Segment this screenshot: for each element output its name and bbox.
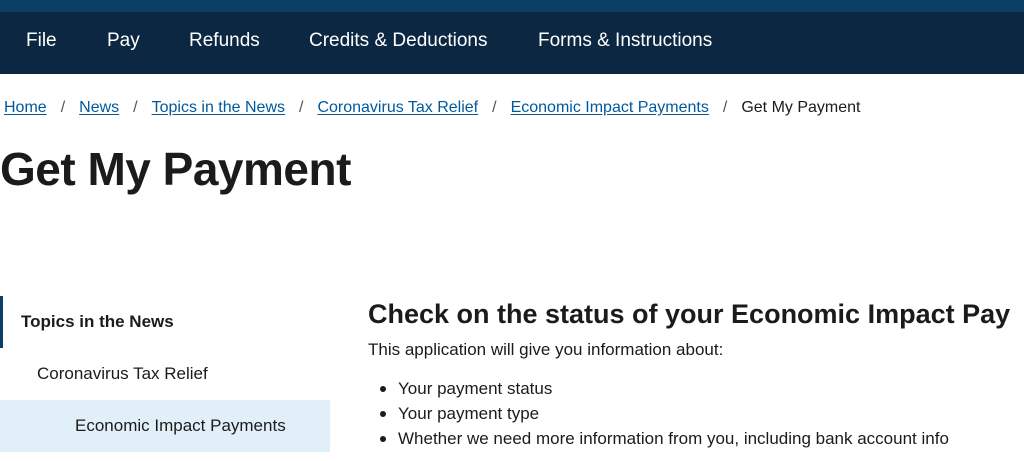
nav-pay[interactable]: Pay [107, 12, 140, 74]
page-title: Get My Payment [0, 143, 351, 195]
nav-credits-deductions[interactable]: Credits & Deductions [309, 12, 487, 74]
list-item-text: Your payment status [398, 379, 553, 398]
list-item: Your payment status [368, 376, 949, 401]
list-item: Your payment type [368, 401, 949, 426]
main-content: Check on the status of your Economic Imp… [368, 296, 1024, 461]
breadcrumb-separator: / [492, 99, 497, 116]
breadcrumb: Home / News / Topics in the News / Coron… [4, 96, 860, 120]
intro-text: This application will give you informati… [368, 340, 724, 359]
info-list: Your payment status Your payment type Wh… [368, 376, 949, 451]
sidebar-heading[interactable]: Topics in the News [0, 296, 330, 348]
sidebar-navigation: Topics in the News Coronavirus Tax Relie… [0, 296, 330, 461]
content-heading: Check on the status of your Economic Imp… [368, 299, 1011, 329]
nav-file[interactable]: File [26, 12, 57, 74]
nav-refunds[interactable]: Refunds [189, 12, 260, 74]
nav-forms-instructions[interactable]: Forms & Instructions [538, 12, 712, 74]
sidebar-heading-label: Topics in the News [21, 312, 174, 331]
breadcrumb-separator: / [60, 99, 66, 116]
top-strip [0, 0, 1024, 12]
bullet-icon [380, 386, 386, 392]
main-navigation: File Pay Refunds Credits & Deductions Fo… [0, 12, 1024, 74]
list-item-text: Your payment type [398, 404, 540, 423]
list-item-text: Whether we need more information from yo… [398, 429, 949, 448]
sidebar-item-label: Economic Impact Payments [75, 416, 286, 435]
breadcrumb-home[interactable]: Home [4, 99, 47, 117]
breadcrumb-separator: / [722, 99, 728, 116]
list-item: Whether we need more information from yo… [368, 426, 949, 451]
breadcrumb-news[interactable]: News [79, 99, 119, 117]
breadcrumb-coronavirus-tax-relief[interactable]: Coronavirus Tax Relief [317, 99, 478, 117]
breadcrumb-separator: / [299, 99, 304, 116]
sidebar-item-coronavirus-tax-relief[interactable]: Coronavirus Tax Relief [0, 348, 330, 400]
bullet-icon [380, 436, 386, 442]
breadcrumb-economic-impact-payments[interactable]: Economic Impact Payments [511, 99, 709, 117]
sidebar-item-label: Coronavirus Tax Relief [37, 364, 208, 383]
breadcrumb-topics-in-the-news[interactable]: Topics in the News [152, 99, 285, 117]
breadcrumb-separator: / [133, 99, 138, 116]
breadcrumb-current-page: Get My Payment [741, 99, 861, 116]
sidebar-item-economic-impact-payments[interactable]: Economic Impact Payments [0, 400, 330, 452]
bullet-icon [380, 411, 386, 417]
